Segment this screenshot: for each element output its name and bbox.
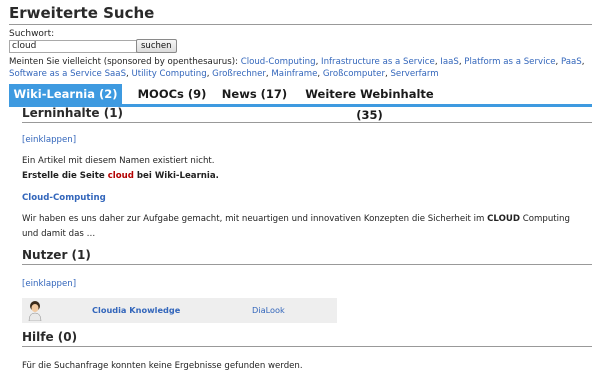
user-name-link[interactable]: Cloudia Knowledge [92, 305, 180, 315]
result-snippet: Wir haben es uns daher zur Aufgabe gemac… [22, 213, 592, 226]
nutzer-title: Nutzer (1) [22, 248, 592, 265]
suggestion-link[interactable]: Cloud-Computing [241, 57, 316, 67]
lerninhalte-collapse-link[interactable]: [einklappen] [22, 135, 76, 145]
lerninhalte-section: Lerninhalte (1) [22, 106, 592, 123]
suggestion-link[interactable]: Mainframe [271, 69, 317, 79]
suggestion-link[interactable]: Infrastructure as a Service [321, 57, 435, 67]
tab-wiki-learnia[interactable]: Wiki-Learnia (2) [9, 84, 122, 104]
hilfe-section: Hilfe (0) [22, 330, 592, 347]
hilfe-title: Hilfe (0) [22, 330, 592, 347]
not-exist-message: Ein Artikel mit diesem Namen existiert n… [22, 156, 215, 166]
snippet-part: Wir haben es uns daher zur Aufgabe gemac… [22, 214, 488, 224]
suggestion-link[interactable]: Großrechner [212, 69, 266, 79]
page-title: Erweiterte Suche [9, 4, 592, 25]
tab-weitere-webinhalte[interactable]: Weitere Webinhalte (35) [292, 84, 447, 122]
suggestion-link[interactable]: PaaS [561, 57, 582, 67]
suggestion-link[interactable]: IaaS [440, 57, 459, 67]
suggestion-link[interactable]: Großcomputer [323, 69, 385, 79]
suggestions: Meinten Sie vielleicht (sponsored by ope… [9, 57, 585, 79]
snippet-part: Computing [520, 214, 570, 224]
create-page-suffix: bei Wiki-Learnia. [133, 171, 219, 181]
suggestion-link[interactable]: Platform as a Service [464, 57, 555, 67]
user-avatar-icon [28, 301, 42, 321]
suggestion-link[interactable]: Software as a Service SaaS [9, 69, 126, 79]
nutzer-collapse-link[interactable]: [einklappen] [22, 279, 76, 289]
create-page-text: Erstelle die Seite cloud bei Wiki-Learni… [22, 170, 219, 183]
create-page-prefix: Erstelle die Seite [22, 171, 108, 181]
create-page-link[interactable]: cloud [108, 171, 134, 181]
result-title-link[interactable]: Cloud-Computing [22, 193, 106, 203]
search-button[interactable]: suchen [136, 39, 177, 53]
suggestion-link[interactable]: Serverfarm [390, 69, 438, 79]
tab-moocs[interactable]: MOOCs (9) [127, 84, 217, 104]
lerninhalte-title: Lerninhalte (1) [22, 106, 592, 123]
suggestions-prefix: Meinten Sie vielleicht (sponsored by ope… [9, 57, 241, 67]
nutzer-section: Nutzer (1) [22, 248, 592, 265]
snippet-bold: CLOUD [487, 214, 521, 224]
result-tabs: Wiki-Learnia (2) MOOCs (9) News (17) Wei… [9, 84, 592, 122]
user-row: Cloudia Knowledge DiaLook [22, 298, 337, 323]
search-label: Suchwort: [9, 29, 55, 39]
hilfe-no-results: Für die Suchanfrage konnten keine Ergebn… [22, 361, 303, 371]
user-extra-link[interactable]: DiaLook [252, 305, 285, 315]
tab-news[interactable]: News (17) [217, 84, 292, 104]
result-snippet-line2: und damit das … [22, 229, 96, 239]
search-input[interactable] [9, 40, 137, 53]
suggestion-link[interactable]: Utility Computing [132, 69, 207, 79]
